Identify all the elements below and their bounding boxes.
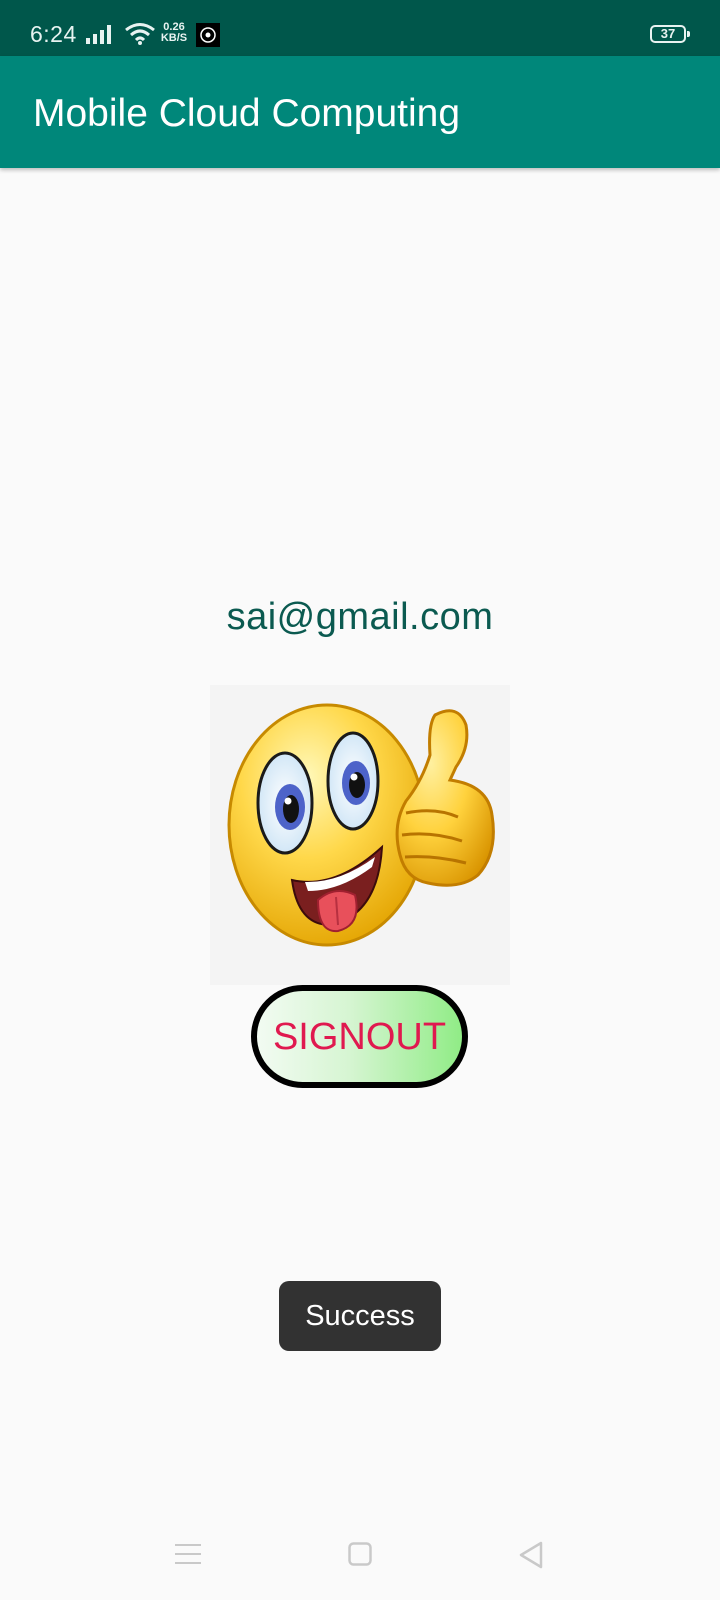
status-time: 6:24: [30, 21, 77, 47]
home-icon[interactable]: [348, 1542, 372, 1566]
signout-button[interactable]: SIGNOUT: [251, 985, 468, 1088]
app-bar: Mobile Cloud Computing: [0, 56, 720, 168]
thumbs-up-emoji-image: [210, 685, 510, 985]
net-speed-unit: KB/S: [160, 32, 188, 44]
toast-message: Success: [279, 1281, 441, 1351]
wifi-icon: [125, 23, 155, 45]
back-icon[interactable]: [518, 1541, 544, 1569]
signal-icon: [86, 25, 111, 44]
user-email: sai@gmail.com: [226, 596, 494, 638]
app-notification-icon: [196, 23, 220, 47]
net-speed: 0.26 KB/S: [159, 22, 189, 44]
menu-icon[interactable]: [175, 1542, 201, 1566]
status-bar: 6:24 0.26 KB/S 37: [0, 0, 720, 56]
battery-icon: 37: [650, 25, 690, 43]
navigation-bar: [0, 1512, 720, 1600]
app-title: Mobile Cloud Computing: [33, 92, 461, 135]
